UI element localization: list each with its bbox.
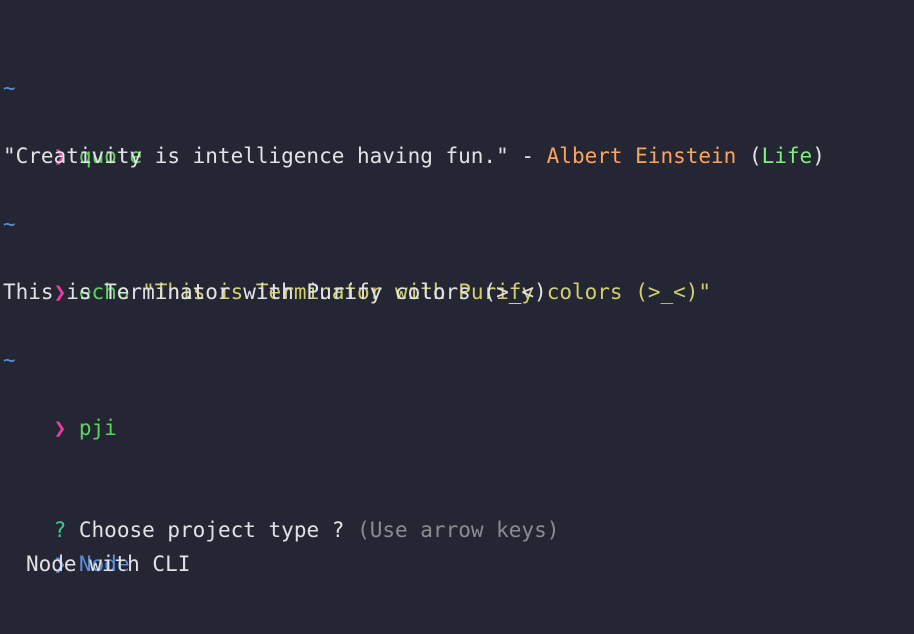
prompt-line: ❯ echo "This is Terminator with Purify c… <box>3 241 712 304</box>
terminal-window[interactable]: ~ ❯ quote "Creativity is intelligence ha… <box>0 0 914 634</box>
quote-topic: Life <box>761 144 813 168</box>
quote-author: Albert Einstein <box>546 144 737 168</box>
quote-topic-close: ) <box>812 144 825 168</box>
output-line: This is Terminator with Purify colors (>… <box>3 280 547 304</box>
quote-topic-open: ( <box>736 144 762 168</box>
prompt-icon: ❯ <box>53 416 67 440</box>
output-line: "Creativity is intelligence having fun."… <box>3 139 825 173</box>
menu-option-node[interactable]: ❯ Node <box>3 513 130 576</box>
menu-option-node-with-cli[interactable]: Node with CLI <box>26 547 190 581</box>
prompt-line: ❯ pji <box>3 377 117 440</box>
menu-question: ? Choose project type ? (Use arrow keys) <box>3 479 560 542</box>
command-text: pji <box>78 416 117 440</box>
cwd-line: ~ <box>3 76 16 100</box>
quote-text: "Creativity is intelligence having fun."… <box>3 144 547 168</box>
question-hint: (Use arrow keys) <box>357 518 560 542</box>
cwd-line: ~ <box>3 212 16 236</box>
cwd-line: ~ <box>3 348 16 372</box>
prompt-line: ❯ quote <box>3 105 143 168</box>
